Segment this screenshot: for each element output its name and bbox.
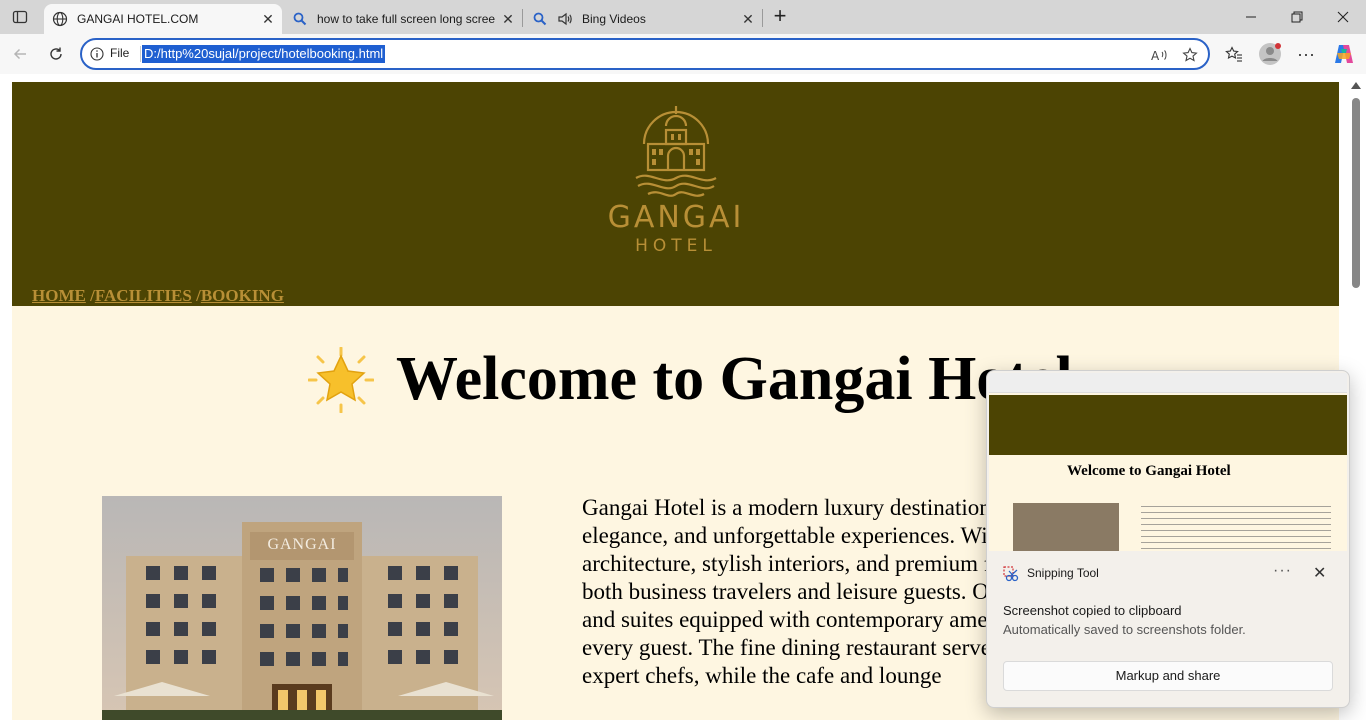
glowing-star-icon: [307, 346, 375, 413]
nav-facilities-link[interactable]: FACILITIES: [95, 286, 192, 305]
close-tab-icon[interactable]: ✕: [260, 11, 276, 27]
back-arrow-icon[interactable]: [8, 42, 32, 66]
tab-label: Bing Videos: [582, 12, 646, 26]
globe-icon: [52, 11, 68, 27]
search-icon: [292, 11, 308, 27]
more-options-icon[interactable]: ···: [1273, 562, 1292, 580]
address-scheme-label: File: [110, 46, 130, 60]
tab-actions-icon[interactable]: [8, 5, 32, 29]
info-icon[interactable]: [90, 47, 104, 61]
hotel-building-image: GANGAI: [102, 496, 502, 720]
speaker-icon[interactable]: [557, 11, 573, 27]
browser-toolbar: File D:/http%20sujal/project/hotelbookin…: [0, 34, 1366, 74]
read-aloud-icon[interactable]: A: [1150, 45, 1170, 65]
tab-bing-videos[interactable]: Bing Videos ✕: [524, 4, 762, 34]
site-nav: HOME /FACILITIES /BOOKING: [32, 286, 284, 306]
nav-booking-link[interactable]: BOOKING: [201, 286, 284, 305]
thumbnail-image: [1013, 503, 1119, 551]
snipping-tool-icon: [1003, 566, 1019, 582]
refresh-icon[interactable]: [44, 42, 68, 66]
scroll-up-arrow-icon[interactable]: [1351, 82, 1361, 89]
address-bar[interactable]: File D:/http%20sujal/project/hotelbookin…: [80, 38, 1210, 70]
nav-separator: /: [85, 286, 95, 305]
toast-app-name: Snipping Tool: [1027, 566, 1099, 580]
tab-gangai-hotel[interactable]: GANGAI HOTEL.COM ✕: [44, 4, 282, 34]
toast-message: Automatically saved to screenshots folde…: [1003, 622, 1246, 637]
screenshot-thumbnail[interactable]: Welcome to Gangai Hotel: [989, 373, 1347, 551]
toast-header: Snipping Tool ··· ✕: [987, 553, 1349, 593]
address-divider: [140, 46, 141, 62]
welcome-heading: Welcome to Gangai Hotel: [396, 345, 1073, 413]
nav-separator: /: [191, 286, 201, 305]
toast-title: Screenshot copied to clipboard: [1003, 603, 1182, 618]
tab-divider: [762, 9, 763, 27]
hotel-logo: GANGAI HOTEL: [596, 104, 756, 256]
close-window-icon[interactable]: [1320, 0, 1366, 34]
copilot-icon[interactable]: [1332, 42, 1356, 66]
nav-home-link[interactable]: HOME: [32, 286, 86, 305]
site-header: GANGAI HOTEL HOME /FACILITIES /BOOKING: [12, 82, 1339, 306]
svg-text:A: A: [1151, 49, 1160, 62]
more-options-icon[interactable]: ···: [1294, 42, 1318, 66]
tab-label: GANGAI HOTEL.COM: [77, 12, 199, 26]
new-tab-icon[interactable]: +: [768, 5, 792, 29]
snipping-tool-notification: Welcome to Gangai Hotel Snipping Tool ··…: [986, 370, 1350, 708]
close-tab-icon[interactable]: ✕: [500, 11, 516, 27]
favorites-icon[interactable]: [1222, 42, 1246, 66]
tab-strip: GANGAI HOTEL.COM ✕ how to take full scre…: [0, 0, 1366, 34]
thumbnail-browser-chrome: [989, 373, 1347, 393]
url-text[interactable]: D:/http%20sujal/project/hotelbooking.htm…: [142, 45, 386, 63]
welcome-heading-row: Welcome to Gangai Hotel: [307, 344, 1073, 415]
favorite-star-icon[interactable]: [1180, 45, 1200, 65]
tab-divider: [522, 9, 523, 27]
close-icon[interactable]: ✕: [1313, 563, 1326, 583]
thumbnail-text: [1141, 503, 1331, 551]
search-icon: [532, 11, 548, 27]
building-sign: GANGAI: [267, 536, 337, 553]
scroll-thumb[interactable]: [1352, 98, 1360, 288]
tab-search-screenshot[interactable]: how to take full screen long scree ✕: [284, 4, 522, 34]
logo-name: GANGAI: [607, 200, 745, 235]
profile-avatar-icon[interactable]: [1258, 42, 1282, 66]
markup-and-share-button[interactable]: Markup and share: [1003, 661, 1333, 691]
minimize-icon[interactable]: [1228, 0, 1274, 34]
thumbnail-header: [989, 395, 1347, 455]
logo-subtitle: HOTEL: [635, 236, 717, 256]
close-tab-icon[interactable]: ✕: [740, 11, 756, 27]
tab-label: how to take full screen long scree: [317, 12, 495, 26]
restore-icon[interactable]: [1274, 0, 1320, 34]
thumbnail-heading: Welcome to Gangai Hotel: [1067, 463, 1231, 479]
